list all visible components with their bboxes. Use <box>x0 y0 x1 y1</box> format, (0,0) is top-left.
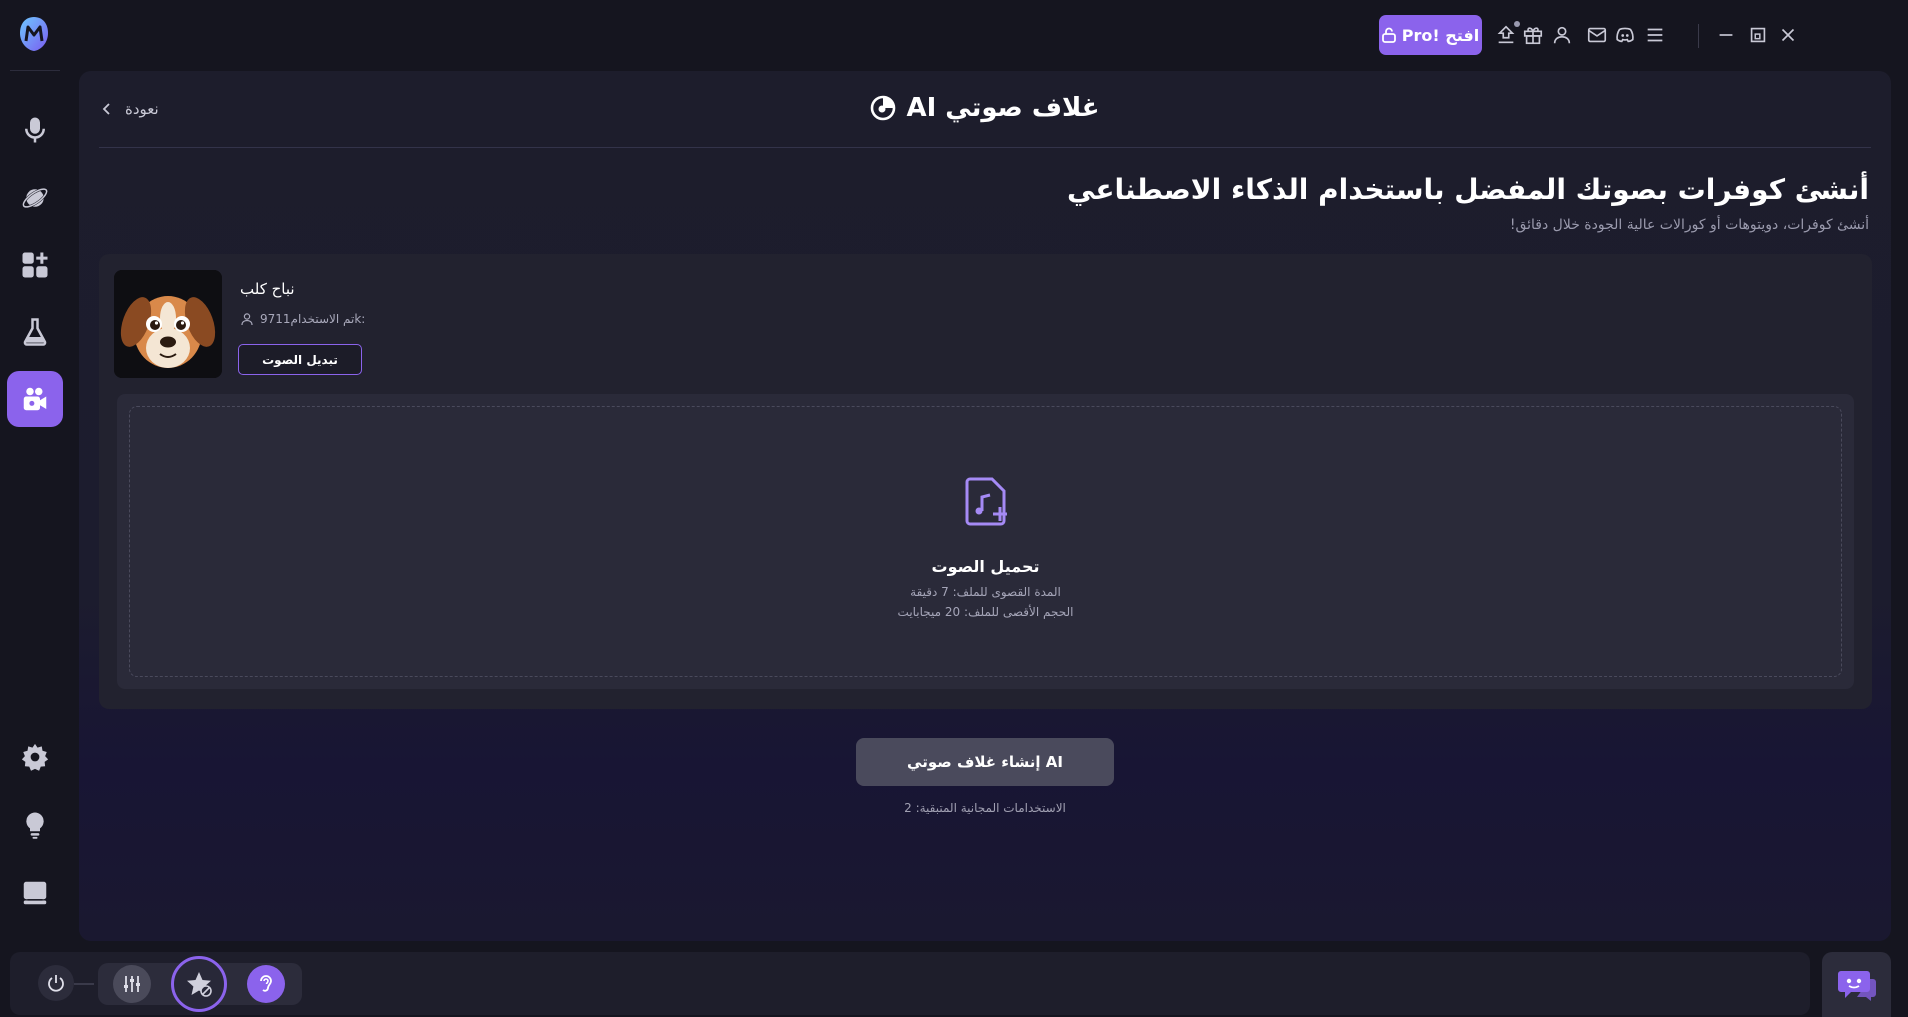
titlebar-divider <box>1698 24 1699 48</box>
close-button[interactable] <box>1776 23 1800 47</box>
upload-title: تحميل الصوت <box>931 557 1040 576</box>
upload-max-size: الحجم الأقصى للملف: 20 ميجابايت <box>897 605 1074 619</box>
unlock-pro-button[interactable]: افتح !Pro <box>1379 15 1482 55</box>
lightbulb-icon <box>26 812 44 839</box>
sidebar-divider <box>10 70 60 71</box>
upload-dropzone[interactable]: تحميل الصوت المدة القصوى للملف: 7 دقيقة … <box>129 406 1842 677</box>
discord-button[interactable] <box>1613 23 1637 47</box>
mail-button[interactable] <box>1585 23 1609 47</box>
sidebar-item-microphone[interactable] <box>7 102 63 158</box>
sidebar-item-lab[interactable] <box>7 304 63 360</box>
listen-button[interactable] <box>247 965 285 1003</box>
camera-icon <box>23 387 47 411</box>
header-divider <box>99 147 1871 148</box>
voice-name: نباح كلب <box>240 280 295 298</box>
main-panel: نعودة غلاف صوتي AI أنشئ كوفرات بصوتك الم… <box>79 71 1891 941</box>
voice-usage-text: تم الاستخدام9711k: <box>260 312 366 326</box>
sidebar-item-ai-cover[interactable] <box>7 371 63 427</box>
account-button[interactable] <box>1550 23 1574 47</box>
power-button[interactable] <box>38 965 74 1001</box>
bottom-control-bar <box>10 952 1810 1015</box>
upgrade-button[interactable] <box>1494 21 1520 47</box>
microphone-icon <box>25 117 45 143</box>
menu-button[interactable] <box>1643 23 1667 47</box>
sidebar-item-apps[interactable] <box>7 237 63 293</box>
upload-max-duration: المدة القصوى للملف: 7 دقيقة <box>910 585 1061 599</box>
sidebar-item-guide[interactable] <box>7 865 63 921</box>
planet-icon <box>22 187 48 209</box>
chat-bot-icon <box>1837 970 1876 1001</box>
restore-icon <box>1750 27 1766 43</box>
free-uses-remaining: الاستخدامات المجانية المتبقية: 2 <box>904 801 1066 815</box>
ear-icon <box>260 975 272 992</box>
intro-headline: أنشئ كوفرات بصوتك المفضل باستخدام الذكاء… <box>1067 173 1869 206</box>
generate-cover-button[interactable]: AI إنشاء غلاف صوتي <box>856 738 1114 786</box>
mixer-button[interactable] <box>113 965 151 1003</box>
gear-icon <box>21 743 49 771</box>
add-music-file-icon <box>965 477 1007 526</box>
flask-icon <box>23 318 47 346</box>
support-chat-button[interactable] <box>1822 952 1891 1017</box>
power-icon <box>48 975 64 992</box>
restore-button[interactable] <box>1746 23 1770 47</box>
page-title-text: غلاف صوتي AI <box>906 93 1100 123</box>
ai-cover-logo-icon <box>871 95 896 121</box>
book-icon <box>23 881 47 905</box>
app-window: افتح !Pro نعودة غلاف صوتي AI أنشئ كوفرات… <box>0 0 1908 1017</box>
cover-card: نباح كلب تم الاستخدام9711k: تبديل الصوت … <box>99 254 1872 709</box>
audio-upload-zone[interactable]: تحميل الصوت المدة القصوى للملف: 7 دقيقة … <box>117 394 1854 689</box>
app-logo <box>17 15 51 53</box>
gift-icon <box>1523 27 1543 45</box>
voice-avatar[interactable] <box>114 270 222 378</box>
user-icon <box>241 313 253 326</box>
star-off-icon <box>187 972 212 997</box>
apps-plus-icon <box>22 252 48 278</box>
sidebar-item-voice-planet[interactable] <box>7 170 63 226</box>
sidebar-item-tips[interactable] <box>7 797 63 853</box>
discord-icon <box>1616 27 1634 43</box>
minimize-icon <box>1719 34 1733 36</box>
voice-effect-button[interactable] <box>171 956 227 1012</box>
upgrade-icon <box>1497 25 1515 44</box>
intro-subline: أنشئ كوفرات، دويتوهات أو كورالات عالية ا… <box>1509 217 1869 233</box>
voice-usage: تم الاستخدام9711k: <box>240 312 365 326</box>
connector-line <box>74 983 94 985</box>
change-voice-button[interactable]: تبديل الصوت <box>238 344 362 375</box>
unlock-icon <box>1381 27 1396 43</box>
title-bar: افتح !Pro <box>908 0 1908 70</box>
notification-dot <box>1514 21 1520 27</box>
gift-button[interactable] <box>1521 23 1545 47</box>
dog-avatar-image <box>114 270 222 378</box>
page-title: غلاف صوتي AI <box>79 93 1891 123</box>
close-icon <box>1781 28 1795 42</box>
user-icon <box>1553 26 1571 44</box>
unlock-pro-label: افتح !Pro <box>1401 25 1480 45</box>
minimize-button[interactable] <box>1714 23 1738 47</box>
sidebar-item-settings[interactable] <box>7 729 63 785</box>
mail-icon <box>1587 27 1607 43</box>
sidebar <box>0 0 70 950</box>
sliders-icon <box>124 976 140 992</box>
menu-icon <box>1647 28 1663 42</box>
